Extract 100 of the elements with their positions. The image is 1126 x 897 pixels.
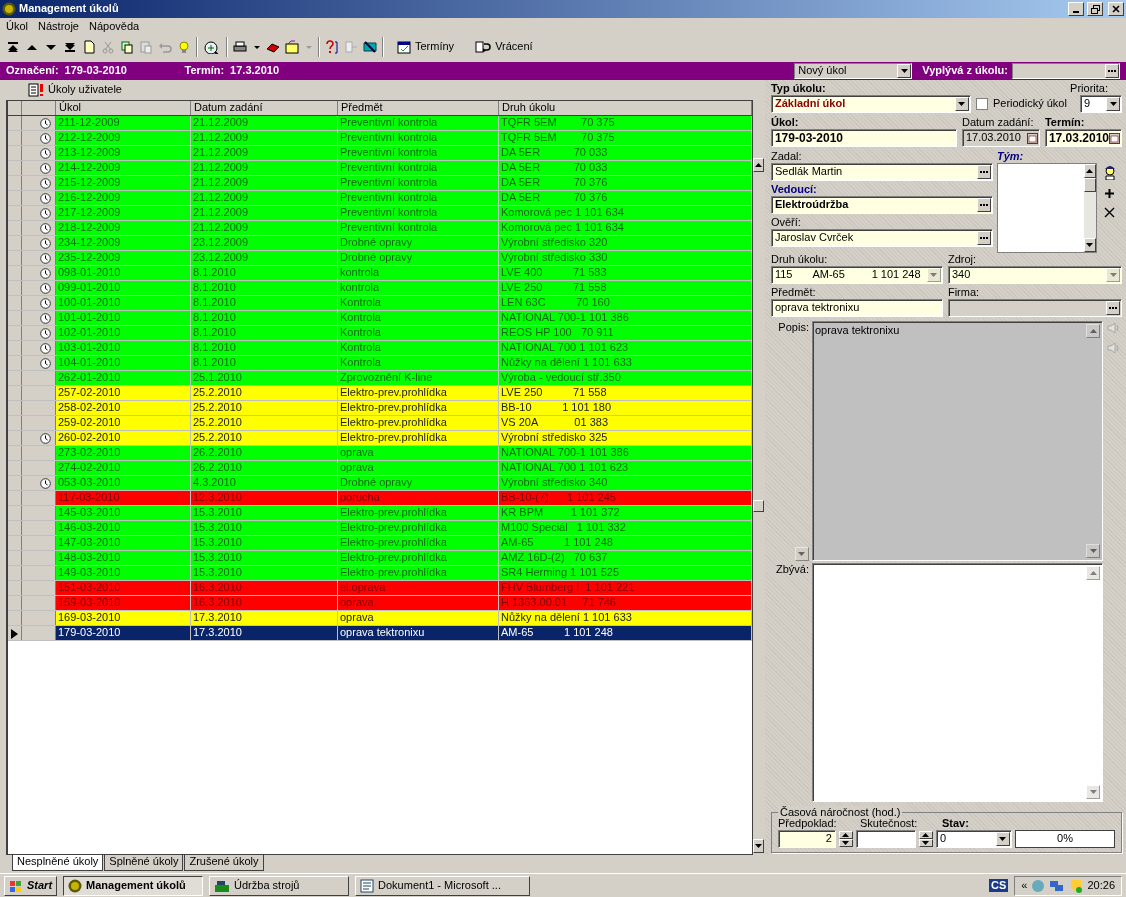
table-row[interactable]: 102-01-2010 8.1.2010 Kontrola REOS HP 100 70 911 (8, 326, 752, 341)
menu-item[interactable]: Úkol (6, 20, 28, 34)
dropdown-button[interactable] (1106, 268, 1120, 282)
team-list[interactable] (996, 163, 1097, 253)
calendar-icon[interactable] (1109, 132, 1120, 144)
table-row[interactable]: 274-02-2010 26.2.2010 oprava NATIONAL 700 1 101 623 (8, 461, 752, 476)
estimate-field[interactable]: 2 (777, 830, 836, 848)
browse-button[interactable] (1106, 301, 1120, 315)
date-field[interactable]: 17.03.2010 (1044, 129, 1122, 147)
scroll-up-button[interactable] (1083, 164, 1096, 178)
browse-button[interactable] (1105, 64, 1119, 78)
first-record-icon[interactable] (6, 40, 20, 54)
toolbar-button[interactable]: Vrácení (467, 40, 541, 54)
table-row[interactable]: 053-03-2010 4.3.2010 Drobné opravy Výrobní středisko 340 (8, 476, 752, 491)
folder-icon[interactable] (285, 40, 299, 54)
table-row[interactable]: 146-03-2010 15.3.2010 Elektro-prev.prohlídka M100 Speciál 1 101 332 (8, 521, 752, 536)
task-kind-dropdown[interactable]: 115 AM-65 1 101 248 (770, 266, 943, 284)
scroll-down-button[interactable] (1083, 238, 1096, 252)
minimize-button[interactable] (1068, 2, 1084, 16)
table-row[interactable]: 179-03-2010 17.3.2010 oprava tektronixu AM-65 1 101 248 (8, 626, 752, 641)
table-row[interactable]: 234-12-2009 23.12.2009 Drobné opravy Výrobní středisko 320 (8, 236, 752, 251)
task-type-dropdown[interactable]: Nový úkol (794, 63, 913, 79)
sheet-tab[interactable]: Splněné úkoly (104, 855, 184, 871)
last-record-icon[interactable] (63, 40, 77, 54)
language-indicator[interactable]: CS (989, 878, 1009, 893)
table-row[interactable]: 217-12-2009 21.12.2009 Preventivní kontrola Komorová pec 1 101 634 (8, 206, 752, 221)
table-row[interactable]: 145-03-2010 15.3.2010 Elektro-prev.prohlídka KR BPM 1 101 372 (8, 506, 752, 521)
derived-task-field[interactable] (1012, 63, 1120, 79)
scrollbar-thumb[interactable] (1083, 178, 1096, 192)
state-dropdown[interactable]: 0 (935, 830, 1012, 848)
table-row[interactable]: 262-01-2010 25.1.2010 Zprovoznění K-line Výroba - vedoucí stř.350 (8, 371, 752, 386)
priority-dropdown[interactable]: 9 (1079, 95, 1122, 113)
task-type-dropdown[interactable]: Základní úkol (770, 95, 971, 113)
table-row[interactable]: 212-12-2009 21.12.2009 Preventivní kontrola TQFR 5EM 70 375 (8, 131, 752, 146)
printer-icon[interactable] (233, 40, 247, 54)
menu-item[interactable]: Nástroje (38, 20, 79, 34)
zoom-icon[interactable] (203, 40, 221, 54)
column-header[interactable]: Druh úkolu (499, 101, 752, 115)
browse-button[interactable] (976, 231, 991, 245)
table-row[interactable]: 259-02-2010 25.2.2010 Elektro-prev.prohlídka VS 20A 01 383 (8, 416, 752, 431)
expand-tray-button[interactable]: « (1021, 878, 1028, 893)
table-row[interactable]: 099-01-2010 8.1.2010 kontrola LVE 250 71 558 (8, 281, 752, 296)
task-field[interactable]: 179-03-2010 (770, 129, 957, 147)
lightbulb-icon[interactable] (177, 40, 191, 54)
table-row[interactable]: 214-12-2009 21.12.2009 Preventivní kontrola DA 5ER 70 033 (8, 161, 752, 176)
table-row[interactable]: 211-12-2009 21.12.2009 Preventivní kontrola TQFR 5EM 70 375 (8, 116, 752, 131)
table-row[interactable]: 104-01-2010 8.1.2010 Kontrola Nůžky na dělení 1 101 633 (8, 356, 752, 371)
restore-button[interactable] (1087, 2, 1103, 16)
table-row[interactable]: 273-02-2010 26.2.2010 oprava NATIONAL 700-1 101 386 (8, 446, 752, 461)
scroll-up-button[interactable] (753, 158, 765, 172)
taskbar-button[interactable]: Management úkolů (63, 875, 204, 896)
source-dropdown[interactable]: 340 (947, 266, 1122, 284)
add-icon[interactable] (1104, 188, 1116, 199)
tools-icon[interactable] (363, 40, 377, 54)
eraser-icon[interactable] (266, 40, 280, 54)
table-row[interactable]: 218-12-2009 21.12.2009 Preventivní kontrola Komorová pec 1 101 634 (8, 221, 752, 236)
company-field[interactable] (947, 299, 1122, 317)
date-field[interactable]: 17.03.2010 (961, 129, 1040, 147)
toolbar-button[interactable]: Termíny (389, 40, 463, 54)
column-header[interactable]: Předmět (338, 101, 499, 115)
scrollbar-thumb[interactable] (753, 499, 765, 512)
table-row[interactable]: 149-03-2010 15.3.2010 Elektro-prev.prohlídka SR4 Herming 1 101 525 (8, 566, 752, 581)
table-row[interactable]: 100-01-2010 8.1.2010 Kontrola LEN 63C 70 160 (8, 296, 752, 311)
table-row[interactable]: 169-03-2010 17.3.2010 oprava Nůžky na dělení 1 101 633 (8, 611, 752, 626)
table-row[interactable]: 213-12-2009 21.12.2009 Preventivní kontrola DA 5ER 70 033 (8, 146, 752, 161)
help-icon[interactable] (325, 40, 339, 54)
checkbox[interactable] (975, 98, 988, 110)
table-row[interactable]: 258-02-2010 25.2.2010 Elektro-prev.prohlídka BB-10 1 101 180 (8, 401, 752, 416)
column-header[interactable]: Úkol (56, 101, 191, 115)
scroll-down-button[interactable] (753, 839, 765, 853)
table-row[interactable]: 260-02-2010 25.2.2010 Elektro-prev.prohlídka Výrobní středisko 325 (8, 431, 752, 446)
new-document-icon[interactable] (82, 40, 96, 54)
table-row[interactable]: 215-12-2009 21.12.2009 Preventivní kontrola DA 5ER 70 376 (8, 176, 752, 191)
verifier-field[interactable]: Jaroslav Cvrček (770, 229, 993, 247)
actual-field[interactable] (855, 830, 916, 848)
browse-button[interactable] (976, 165, 991, 179)
sheet-tab[interactable]: Zrušené úkoly (184, 855, 264, 871)
spin-button[interactable] (918, 831, 933, 847)
table-row[interactable]: 101-01-2010 8.1.2010 Kontrola NATIONAL 700-1 101 386 (8, 311, 752, 326)
sheet-tab[interactable]: Nesplněné úkoly (12, 855, 104, 871)
table-row[interactable]: 147-03-2010 15.3.2010 Elektro-prev.prohlídka AM-65 1 101 248 (8, 536, 752, 551)
assigned-by-field[interactable]: Sedlák Martin (770, 163, 993, 181)
close-button[interactable] (1108, 2, 1124, 16)
table-row[interactable]: 216-12-2009 21.12.2009 Preventivní kontrola DA 5ER 70 376 (8, 191, 752, 206)
table-row[interactable]: 235-12-2009 23.12.2009 Drobné opravy Výrobní středisko 330 (8, 251, 752, 266)
remove-icon[interactable] (1104, 207, 1116, 218)
column-header[interactable]: Datum zadání (191, 101, 338, 115)
table-row[interactable]: 103-01-2010 8.1.2010 Kontrola NATIONAL 700 1 101 623 (8, 341, 752, 356)
taskbar-button[interactable]: Dokument1 - Microsoft ... (355, 875, 531, 896)
spin-button[interactable] (838, 831, 853, 847)
table-row[interactable]: 257-02-2010 25.2.2010 Elektro-prev.prohlídka LVE 250 71 558 (8, 386, 752, 401)
taskbar-button[interactable]: Údržba strojů (209, 875, 350, 896)
dropdown-button[interactable] (926, 268, 941, 282)
down-arrow-button[interactable] (794, 546, 809, 561)
calendar-icon[interactable] (1026, 132, 1038, 144)
start-button[interactable]: Start (4, 875, 58, 896)
network-icon[interactable] (1049, 878, 1066, 893)
copy-icon[interactable] (120, 40, 134, 54)
browse-button[interactable] (976, 198, 991, 212)
subject-field[interactable]: oprava tektronixu (770, 299, 943, 317)
